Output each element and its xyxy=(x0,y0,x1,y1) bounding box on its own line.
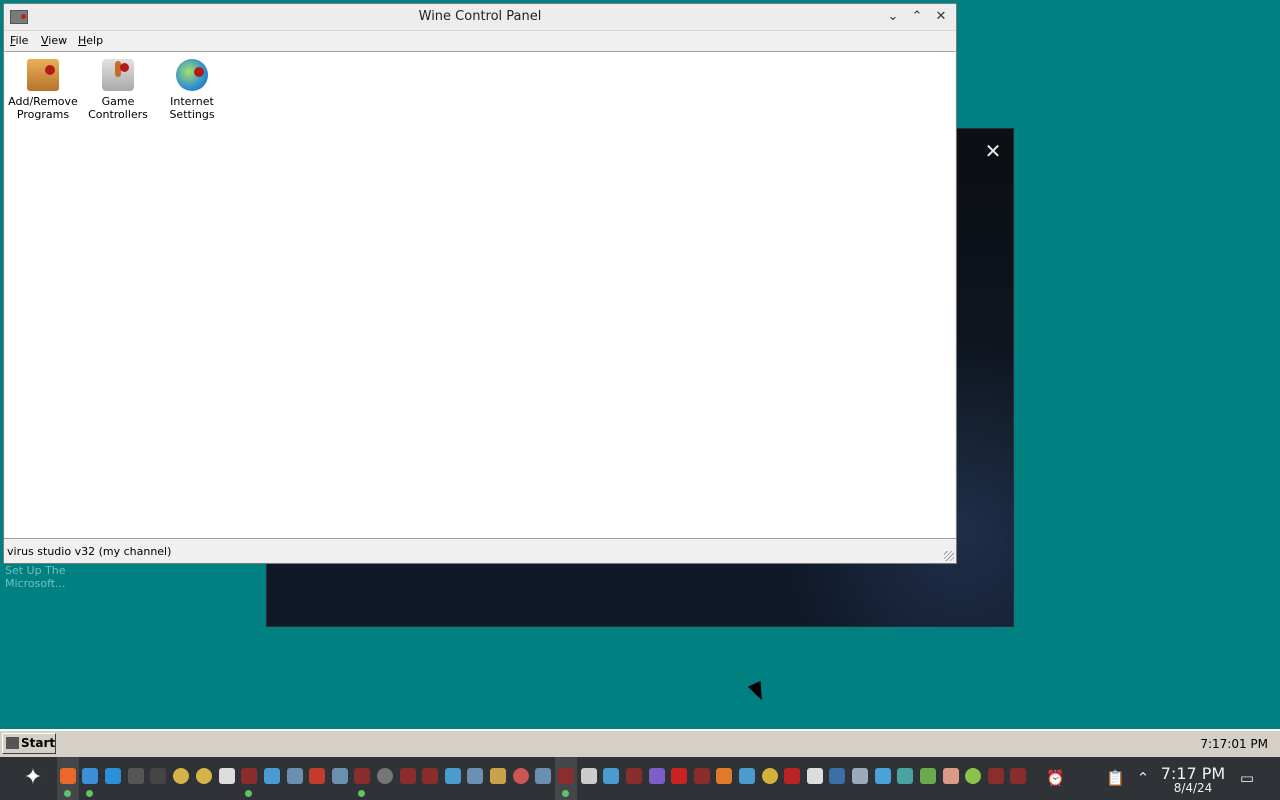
internet-settings-icon xyxy=(176,59,208,91)
wine-logo-icon xyxy=(6,737,19,749)
add-remove-programs-icon xyxy=(27,59,59,91)
applet-label-line2: Settings xyxy=(169,108,215,121)
close-icon[interactable]: ✕ xyxy=(981,139,1005,163)
panel-clock-date[interactable]: 8/4/24 xyxy=(1156,781,1230,795)
applet-add-remove-programs[interactable]: Add/Remove Programs xyxy=(5,57,81,121)
app-icon[interactable] xyxy=(807,768,823,784)
wine-app-icon[interactable] xyxy=(694,768,710,784)
app-icon[interactable] xyxy=(829,768,845,784)
show-desktop-icon[interactable]: ▭ xyxy=(1238,769,1256,787)
maximize-button[interactable]: ⌃ xyxy=(907,8,927,26)
wine-app-icon[interactable] xyxy=(400,768,416,784)
app-icon[interactable] xyxy=(603,768,619,784)
app-icon[interactable] xyxy=(965,768,981,784)
app-icon[interactable] xyxy=(784,768,800,784)
console-icon[interactable] xyxy=(150,768,166,784)
chevron-up-icon[interactable]: ⌃ xyxy=(1134,769,1152,787)
status-text: virus studio v32 (my channel) xyxy=(7,545,172,558)
wine-control-panel-window: Wine Control Panel ⌄ ⌃ ✕ File View Help … xyxy=(3,3,957,564)
applet-label-line1: Game xyxy=(101,95,135,108)
applet-label-line1: Internet xyxy=(170,95,214,108)
app-icon[interactable] xyxy=(105,768,121,784)
wine-taskbar: Start 7:17:01 PM xyxy=(0,729,1280,757)
firefox-icon[interactable] xyxy=(60,768,76,784)
app-icon[interactable] xyxy=(467,768,483,784)
app-icon[interactable] xyxy=(264,768,280,784)
app-icon[interactable] xyxy=(173,768,189,784)
application-launcher-icon[interactable]: ✦ xyxy=(18,763,48,793)
window-title: Wine Control Panel xyxy=(418,9,542,24)
system-panel: ✦ ⏰ 📋 ⌃ ▭ xyxy=(0,757,1280,800)
app-icon[interactable] xyxy=(490,768,506,784)
applet-game-controllers[interactable]: Game Controllers xyxy=(80,57,156,121)
app-icon[interactable] xyxy=(897,768,913,784)
app-icon[interactable] xyxy=(219,768,235,784)
menu-view[interactable]: View xyxy=(41,34,67,47)
app-icon[interactable] xyxy=(332,768,348,784)
menu-file-label: ile xyxy=(15,34,29,47)
applet-label-line2: Programs xyxy=(16,108,70,121)
desktop-label-line1: Set Up The xyxy=(5,564,66,577)
start-button[interactable]: Start xyxy=(2,733,56,754)
app-icon[interactable] xyxy=(875,768,891,784)
wine-app-icon[interactable] xyxy=(354,768,370,784)
close-button[interactable]: ✕ xyxy=(931,8,951,26)
app-icon[interactable] xyxy=(762,768,778,784)
app-icon[interactable] xyxy=(445,768,461,784)
file-manager-icon[interactable] xyxy=(82,768,98,784)
alarm-icon[interactable]: ⏰ xyxy=(1046,769,1065,787)
applet-list: Add/Remove Programs Game Controllers Int… xyxy=(5,51,955,538)
wine-app-icon[interactable] xyxy=(558,768,574,784)
menu-help-label: elp xyxy=(86,34,104,47)
menu-view-label: iew xyxy=(48,34,68,47)
start-label: Start xyxy=(21,736,56,750)
task-indicator xyxy=(358,790,365,797)
desktop-icon-label[interactable]: Set Up The Microsoft... xyxy=(5,564,115,590)
desktop-label-line2: Microsoft... xyxy=(5,577,66,590)
app-icon[interactable] xyxy=(287,768,303,784)
task-indicator xyxy=(245,790,252,797)
app-icon[interactable] xyxy=(920,768,936,784)
terminal-icon[interactable] xyxy=(128,768,144,784)
menu-file[interactable]: File xyxy=(10,34,28,47)
app-icon[interactable] xyxy=(716,768,732,784)
game-controllers-icon xyxy=(102,59,134,91)
menu-bar: File View Help xyxy=(4,31,956,52)
app-icon[interactable] xyxy=(943,768,959,784)
app-icon[interactable] xyxy=(852,768,868,784)
app-icon[interactable] xyxy=(309,768,325,784)
resize-grip[interactable] xyxy=(944,551,954,561)
status-bar: virus studio v32 (my channel) xyxy=(4,538,956,563)
task-indicator xyxy=(562,790,569,797)
app-icon[interactable] xyxy=(513,768,529,784)
wine-app-icon[interactable] xyxy=(1010,768,1026,784)
minimize-button[interactable]: ⌄ xyxy=(883,8,903,26)
app-icon[interactable] xyxy=(739,768,755,784)
app-icon[interactable] xyxy=(377,768,393,784)
applet-internet-settings[interactable]: Internet Settings xyxy=(154,57,230,121)
app-icon[interactable] xyxy=(196,768,212,784)
wine-app-icon[interactable] xyxy=(422,768,438,784)
title-bar[interactable]: Wine Control Panel ⌄ ⌃ ✕ xyxy=(4,4,956,31)
applet-label-line2: Controllers xyxy=(88,108,148,121)
task-indicator xyxy=(64,790,71,797)
applet-label-line1: Add/Remove xyxy=(8,95,78,108)
app-icon[interactable] xyxy=(581,768,597,784)
app-icon[interactable] xyxy=(535,768,551,784)
menu-help[interactable]: Help xyxy=(78,34,103,47)
wine-app-icon[interactable] xyxy=(241,768,257,784)
app-icon[interactable] xyxy=(671,768,687,784)
mouse-cursor-icon xyxy=(747,680,769,704)
wine-clock: 7:17:01 PM xyxy=(1200,737,1268,751)
task-indicator xyxy=(86,790,93,797)
wine-app-icon[interactable] xyxy=(988,768,1004,784)
wine-app-icon[interactable] xyxy=(626,768,642,784)
clipboard-icon[interactable]: 📋 xyxy=(1106,769,1125,787)
app-icon[interactable] xyxy=(649,768,665,784)
